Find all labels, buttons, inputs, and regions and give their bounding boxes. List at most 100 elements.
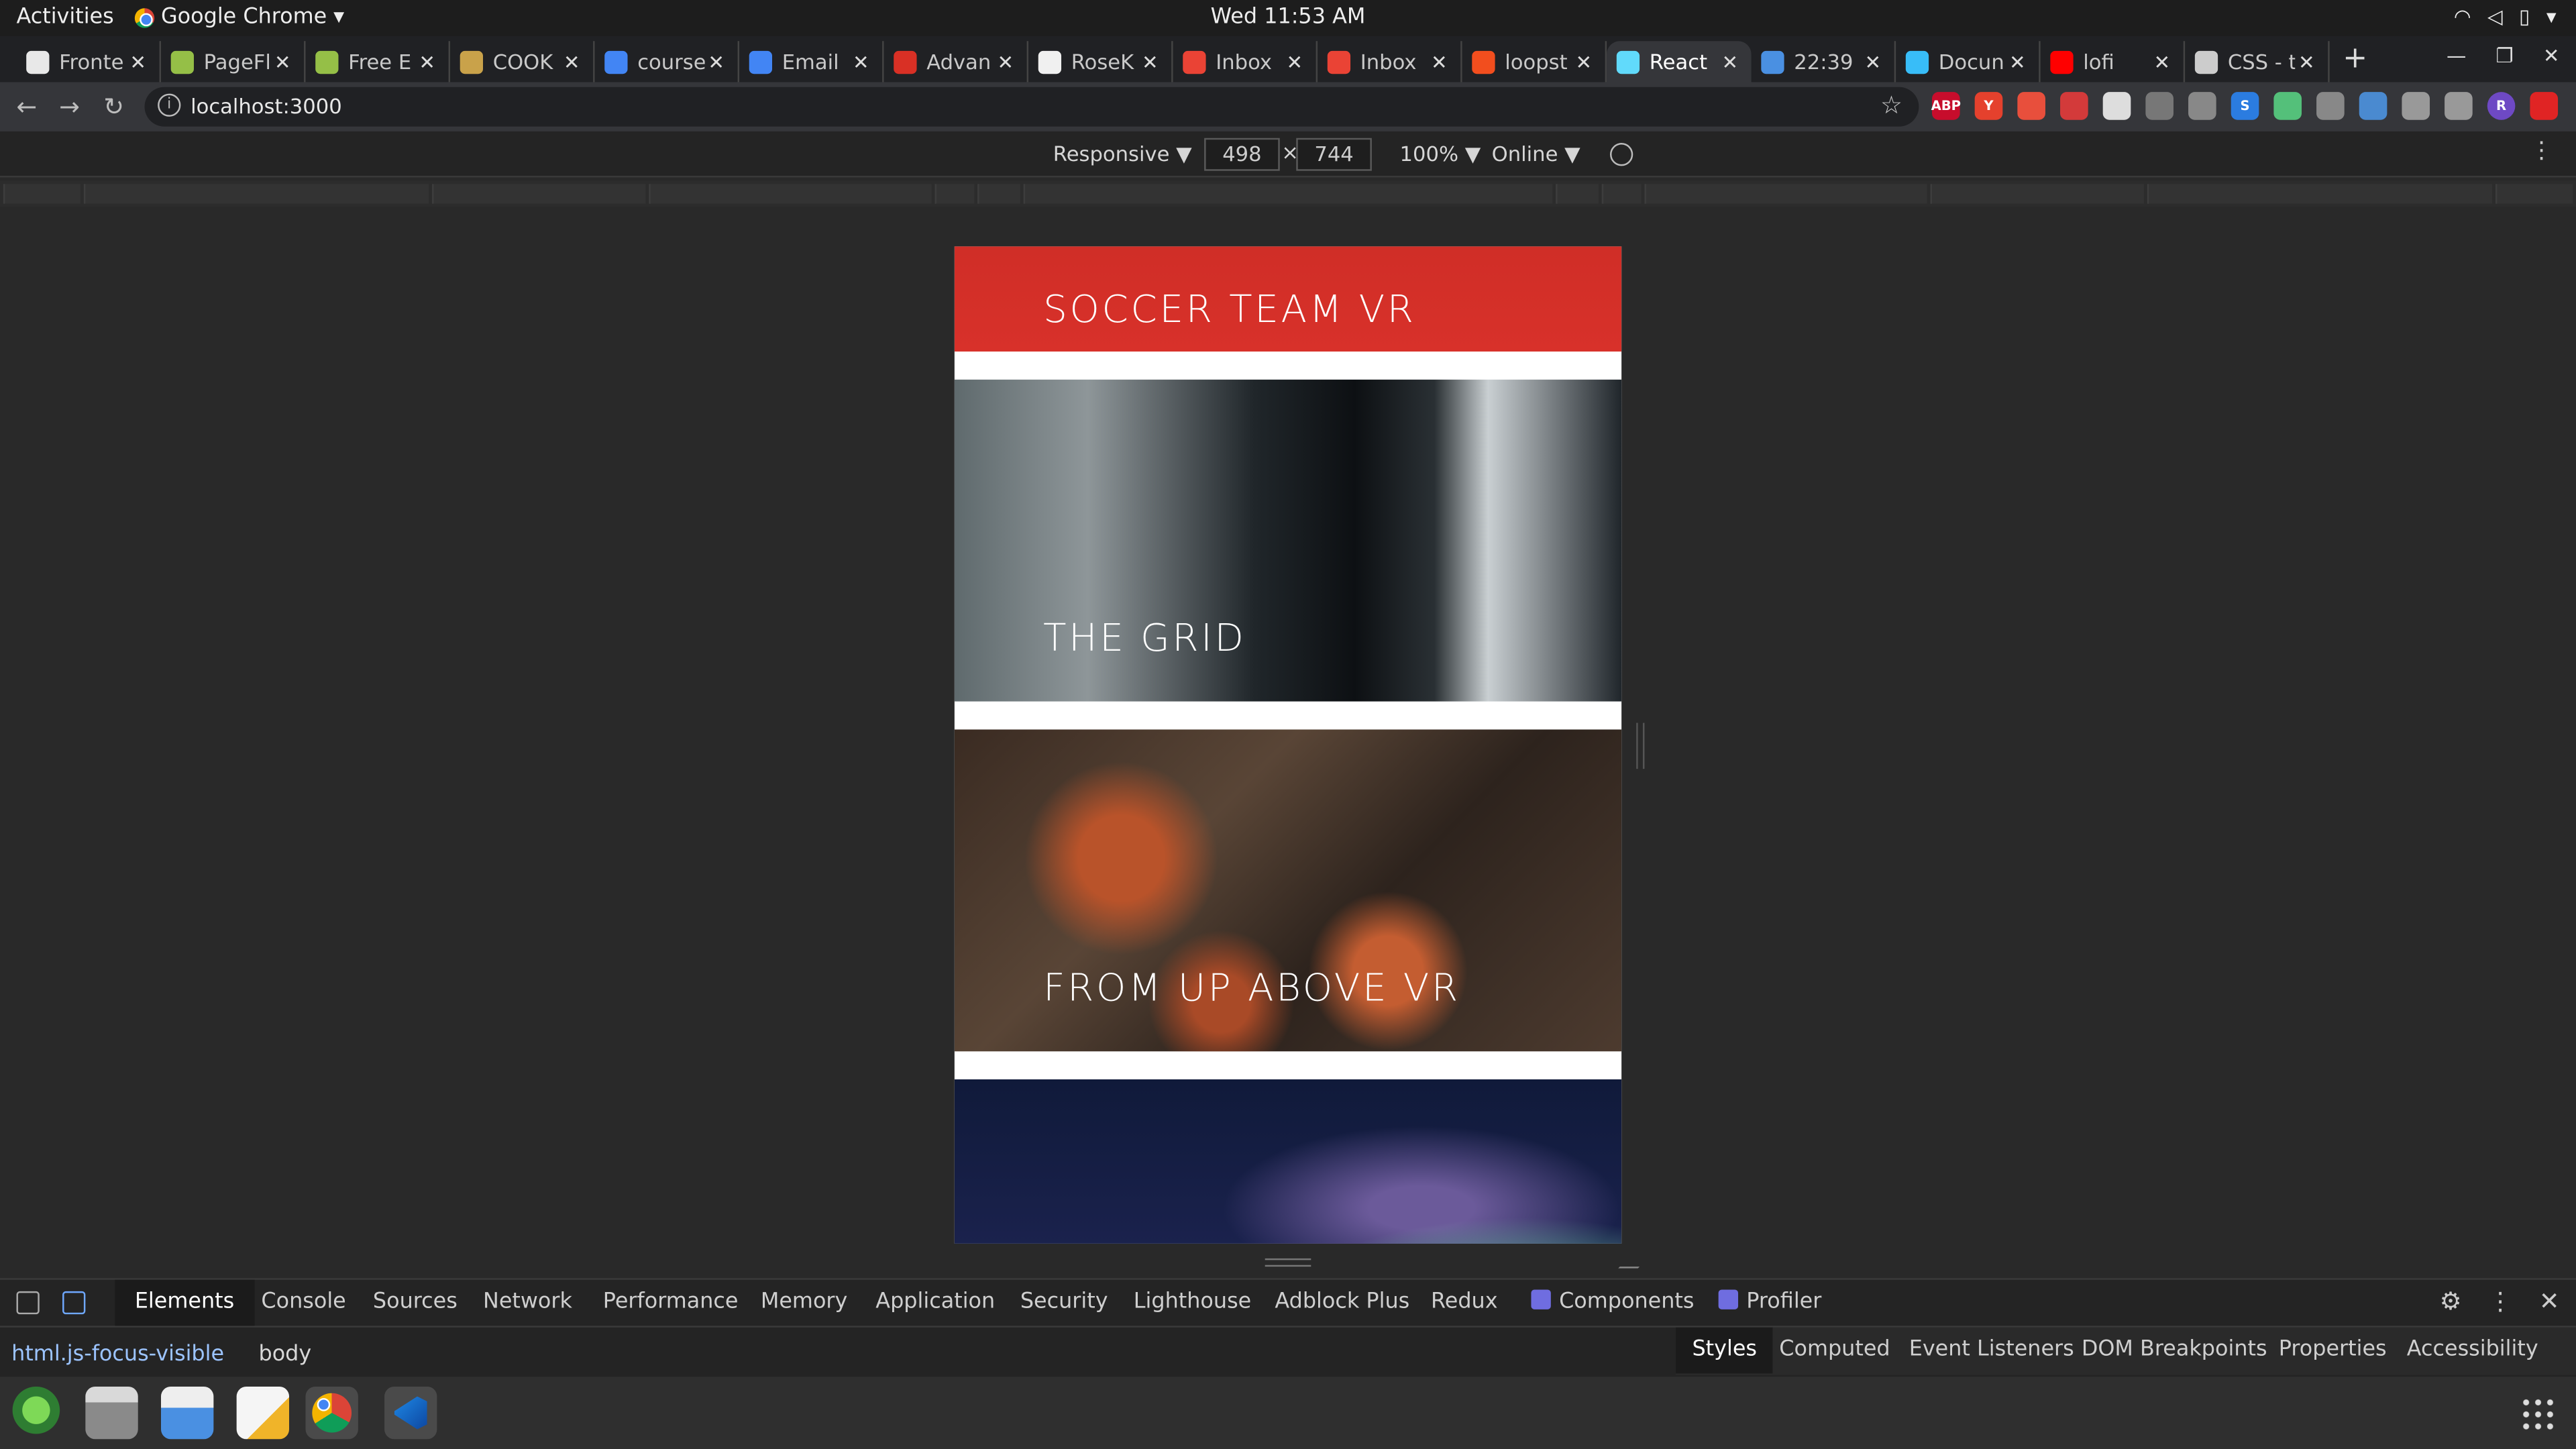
tab-pagefl[interactable]: PageFl ✕ (161, 41, 306, 83)
maximize-icon[interactable]: ❐ (2496, 44, 2513, 67)
tab-22-39[interactable]: 22:39 ✕ (1752, 41, 1896, 83)
extension-icon[interactable]: Y (1974, 92, 2003, 120)
card-the-grid[interactable]: THE GRID (954, 379, 1622, 702)
reload-icon[interactable]: ↻ (103, 92, 124, 121)
url-text[interactable]: localhost:3000 (191, 94, 342, 119)
devtools-tab-network[interactable]: Network (464, 1280, 592, 1326)
breadcrumb-item[interactable]: body (258, 1342, 311, 1367)
forward-icon[interactable]: → (59, 92, 80, 121)
ruler-segment[interactable] (432, 184, 646, 204)
close-tab-icon[interactable]: ✕ (1719, 50, 1741, 73)
ruler-segment[interactable] (977, 184, 1020, 204)
close-tab-icon[interactable]: ✕ (1428, 50, 1450, 73)
extension-icon[interactable]: ABP (1931, 92, 1961, 120)
styles-tab-accessibility[interactable]: Accessibility (2390, 1328, 2555, 1374)
close-tab-icon[interactable]: ✕ (1572, 50, 1595, 73)
close-tab-icon[interactable]: ✕ (705, 50, 728, 73)
tab-cook[interactable]: COOK ✕ (450, 41, 595, 83)
viewport-resize-handle-corner[interactable] (1618, 1252, 1655, 1269)
devtools-tab-console[interactable]: Console (241, 1280, 366, 1326)
extension-icon[interactable] (2445, 92, 2473, 120)
ruler-segment[interactable] (83, 184, 429, 204)
inspect-element-icon[interactable] (16, 1291, 40, 1315)
card-soccer-team-vr[interactable]: SOCCER TEAM VR (954, 246, 1622, 352)
devtools-tab-security[interactable]: Security (1000, 1280, 1128, 1326)
text-editor-icon[interactable] (236, 1386, 290, 1440)
show-applications-icon[interactable] (2520, 1396, 2557, 1433)
extension-icon[interactable] (2060, 92, 2088, 120)
card-aurora[interactable] (954, 1079, 1622, 1244)
chrome-dock-icon[interactable] (305, 1386, 358, 1440)
extension-icon[interactable] (2145, 92, 2174, 120)
viewport-height-input[interactable]: 744 (1296, 138, 1372, 171)
close-tab-icon[interactable]: ✕ (994, 50, 1017, 73)
devtools-tab-elements[interactable]: Elements (115, 1279, 254, 1326)
address-bar[interactable]: i localhost:3000 ☆ (144, 87, 1919, 127)
styles-tab-computed[interactable]: Computed (1763, 1328, 1907, 1374)
devtools-tab-application[interactable]: Application (856, 1280, 1015, 1326)
extension-icon[interactable]: R (2487, 92, 2516, 120)
viewport-width-input[interactable]: 498 (1204, 138, 1280, 171)
close-icon[interactable]: ✕ (2543, 44, 2560, 67)
close-tab-icon[interactable]: ✕ (416, 50, 439, 73)
extension-icon[interactable] (2359, 92, 2387, 120)
extension-icon[interactable] (2017, 92, 2045, 120)
tab-free-e[interactable]: Free E ✕ (306, 41, 451, 83)
extension-icon[interactable] (2316, 92, 2345, 120)
ruler-segment[interactable] (2147, 184, 2493, 204)
close-tab-icon[interactable]: ✕ (1862, 50, 1884, 73)
tab-react[interactable]: React ✕ (1607, 41, 1752, 83)
new-tab-button[interactable]: + (2343, 41, 2367, 75)
clock[interactable]: Wed 11:53 AM (0, 5, 2576, 30)
close-tab-icon[interactable]: ✕ (271, 50, 294, 73)
device-toggle-icon[interactable] (62, 1291, 86, 1315)
bookmark-star-icon[interactable]: ☆ (1880, 91, 1902, 120)
viewport-resize-handle-right[interactable] (1636, 722, 1645, 769)
ruler-segment[interactable] (2496, 184, 2573, 204)
extension-icon[interactable] (2530, 92, 2559, 120)
emulated-viewport[interactable]: SOCCER TEAM VR THE GRID FROM UP ABOVE VR (954, 246, 1622, 1244)
tab-css-t[interactable]: CSS - t ✕ (2185, 41, 2330, 83)
tab-inbox[interactable]: Inbox ✕ (1318, 41, 1462, 83)
media-query-ruler[interactable] (0, 180, 2576, 207)
devtools-tab-performance[interactable]: Performance (583, 1280, 758, 1326)
close-tab-icon[interactable]: ✕ (849, 50, 872, 73)
ruler-segment[interactable] (1023, 184, 1553, 204)
extension-icon[interactable] (2273, 92, 2302, 120)
styles-tab-event-listeners[interactable]: Event Listeners (1892, 1328, 2090, 1374)
extension-icon[interactable] (2402, 92, 2430, 120)
devtools-tab-lighthouse[interactable]: Lighthouse (1114, 1280, 1271, 1326)
devtools-tab-adblock-plus[interactable]: Adblock Plus (1255, 1280, 1430, 1326)
tab-fronte[interactable]: Fronte ✕ (16, 41, 162, 83)
devtools-tab-sources[interactable]: Sources (354, 1280, 478, 1326)
tab-course[interactable]: course ✕ (595, 41, 740, 83)
devtools-tab-components[interactable]: Components (1511, 1280, 1714, 1326)
ruler-segment[interactable] (1601, 184, 1642, 204)
close-tab-icon[interactable]: ✕ (1283, 50, 1306, 73)
ruler-segment[interactable] (1930, 184, 2144, 204)
devtools-tab-redux[interactable]: Redux (1411, 1280, 1517, 1326)
close-tab-icon[interactable]: ✕ (560, 50, 583, 73)
gear-icon[interactable]: ⚙ (2440, 1287, 2462, 1316)
rotate-icon[interactable] (1610, 143, 1633, 166)
device-mode-select[interactable]: Responsive ▼ (1053, 142, 1192, 166)
close-tab-icon[interactable]: ✕ (127, 50, 150, 73)
close-icon[interactable]: ✕ (2539, 1287, 2560, 1316)
close-tab-icon[interactable]: ✕ (1138, 50, 1161, 73)
back-icon[interactable]: ← (16, 92, 37, 121)
site-info-icon[interactable]: i (158, 93, 181, 117)
minimize-icon[interactable]: — (2447, 44, 2466, 67)
tab-email[interactable]: Email ✕ (739, 41, 884, 83)
styles-tab-dom-breakpoints[interactable]: DOM Breakpoints (2065, 1328, 2284, 1374)
files-icon[interactable] (85, 1386, 138, 1440)
card-from-up-above-vr[interactable]: FROM UP ABOVE VR (954, 729, 1622, 1052)
styles-tab-styles[interactable]: Styles (1675, 1327, 1774, 1374)
breadcrumb-item[interactable]: html.js-focus-visible (11, 1342, 224, 1367)
network-throttle-select[interactable]: Online ▼ (1492, 142, 1580, 166)
close-tab-icon[interactable]: ✕ (2006, 50, 2029, 73)
ruler-segment[interactable] (934, 184, 975, 204)
close-tab-icon[interactable]: ✕ (2151, 50, 2174, 73)
devtools-tab-profiler[interactable]: Profiler (1699, 1280, 1841, 1326)
tab-inbox[interactable]: Inbox ✕ (1173, 41, 1318, 83)
more-options-icon[interactable]: ⋮ (2488, 1287, 2513, 1316)
